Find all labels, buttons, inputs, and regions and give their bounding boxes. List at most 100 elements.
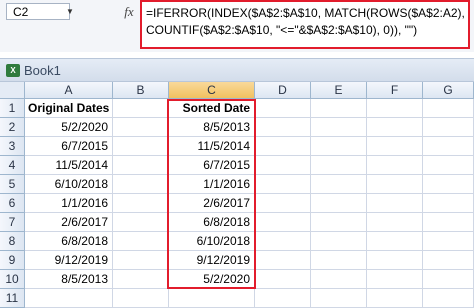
column-header-c[interactable]: C: [169, 82, 255, 99]
cell-a1-header[interactable]: Original Dates: [25, 99, 113, 118]
column-header-a[interactable]: A: [25, 82, 113, 99]
cell-a11[interactable]: [25, 289, 113, 308]
insert-function-icon[interactable]: fx: [119, 3, 139, 20]
row-header-4[interactable]: 4: [0, 156, 25, 175]
cell-e4[interactable]: [311, 156, 367, 175]
cell-d9[interactable]: [255, 251, 311, 270]
cell-g2[interactable]: [423, 118, 474, 137]
cell-b1[interactable]: [113, 99, 169, 118]
cell-b8[interactable]: [113, 232, 169, 251]
cell-f9[interactable]: [367, 251, 423, 270]
cell-b7[interactable]: [113, 213, 169, 232]
cell-d7[interactable]: [255, 213, 311, 232]
chevron-down-icon[interactable]: ▼: [64, 3, 76, 20]
cell-c9[interactable]: 9/12/2019: [169, 251, 255, 270]
cell-c6[interactable]: 2/6/2017: [169, 194, 255, 213]
row-header-1[interactable]: 1: [0, 99, 25, 118]
cell-f1[interactable]: [367, 99, 423, 118]
cell-g5[interactable]: [423, 175, 474, 194]
cell-c8[interactable]: 6/10/2018: [169, 232, 255, 251]
column-header-e[interactable]: E: [311, 82, 367, 99]
cell-a5[interactable]: 6/10/2018: [25, 175, 113, 194]
row-header-8[interactable]: 8: [0, 232, 25, 251]
cell-b10[interactable]: [113, 270, 169, 289]
cell-f7[interactable]: [367, 213, 423, 232]
cell-c10[interactable]: 5/2/2020: [169, 270, 255, 289]
cell-b2[interactable]: [113, 118, 169, 137]
cell-c11[interactable]: [169, 289, 255, 308]
cell-e3[interactable]: [311, 137, 367, 156]
cell-g3[interactable]: [423, 137, 474, 156]
cell-f6[interactable]: [367, 194, 423, 213]
cell-g4[interactable]: [423, 156, 474, 175]
column-header-f[interactable]: F: [367, 82, 423, 99]
cell-g1[interactable]: [423, 99, 474, 118]
cell-e5[interactable]: [311, 175, 367, 194]
cell-b9[interactable]: [113, 251, 169, 270]
cell-f10[interactable]: [367, 270, 423, 289]
row-header-9[interactable]: 9: [0, 251, 25, 270]
row-header-3[interactable]: 3: [0, 137, 25, 156]
row-header-6[interactable]: 6: [0, 194, 25, 213]
cell-d6[interactable]: [255, 194, 311, 213]
cell-c5[interactable]: 1/1/2016: [169, 175, 255, 194]
cell-c1-header[interactable]: Sorted Date: [169, 99, 255, 118]
cell-b4[interactable]: [113, 156, 169, 175]
cell-d2[interactable]: [255, 118, 311, 137]
formula-input[interactable]: =IFERROR(INDEX($A$2:$A$10, MATCH(ROWS($A…: [140, 0, 470, 49]
cell-c4[interactable]: 6/7/2015: [169, 156, 255, 175]
cell-g9[interactable]: [423, 251, 474, 270]
cell-d1[interactable]: [255, 99, 311, 118]
cell-f8[interactable]: [367, 232, 423, 251]
row-header-7[interactable]: 7: [0, 213, 25, 232]
cell-a9[interactable]: 9/12/2019: [25, 251, 113, 270]
row-header-10[interactable]: 10: [0, 270, 25, 289]
cell-f4[interactable]: [367, 156, 423, 175]
cell-e6[interactable]: [311, 194, 367, 213]
cell-e10[interactable]: [311, 270, 367, 289]
cell-a3[interactable]: 6/7/2015: [25, 137, 113, 156]
cell-f3[interactable]: [367, 137, 423, 156]
cell-f5[interactable]: [367, 175, 423, 194]
cell-g6[interactable]: [423, 194, 474, 213]
cell-d3[interactable]: [255, 137, 311, 156]
cell-e7[interactable]: [311, 213, 367, 232]
cell-e8[interactable]: [311, 232, 367, 251]
cell-a2[interactable]: 5/2/2020: [25, 118, 113, 137]
cell-g8[interactable]: [423, 232, 474, 251]
cell-a6[interactable]: 1/1/2016: [25, 194, 113, 213]
cell-g11[interactable]: [423, 289, 474, 308]
cell-f11[interactable]: [367, 289, 423, 308]
cell-a10[interactable]: 8/5/2013: [25, 270, 113, 289]
cell-d11[interactable]: [255, 289, 311, 308]
cell-b11[interactable]: [113, 289, 169, 308]
cell-a7[interactable]: 2/6/2017: [25, 213, 113, 232]
cell-e11[interactable]: [311, 289, 367, 308]
name-box[interactable]: C2: [6, 3, 70, 20]
cell-a4[interactable]: 11/5/2014: [25, 156, 113, 175]
cell-d4[interactable]: [255, 156, 311, 175]
cell-a8[interactable]: 6/8/2018: [25, 232, 113, 251]
cell-f2[interactable]: [367, 118, 423, 137]
select-all-corner[interactable]: [0, 82, 25, 99]
cell-b3[interactable]: [113, 137, 169, 156]
row-header-2[interactable]: 2: [0, 118, 25, 137]
cell-d8[interactable]: [255, 232, 311, 251]
cell-g10[interactable]: [423, 270, 474, 289]
cell-c7[interactable]: 6/8/2018: [169, 213, 255, 232]
cell-d5[interactable]: [255, 175, 311, 194]
cell-b5[interactable]: [113, 175, 169, 194]
cell-g7[interactable]: [423, 213, 474, 232]
column-header-g[interactable]: G: [423, 82, 474, 99]
row-header-11[interactable]: 11: [0, 289, 25, 308]
cell-d10[interactable]: [255, 270, 311, 289]
cell-e2[interactable]: [311, 118, 367, 137]
column-header-b[interactable]: B: [113, 82, 169, 99]
cell-e9[interactable]: [311, 251, 367, 270]
cell-e1[interactable]: [311, 99, 367, 118]
cell-c3[interactable]: 11/5/2014: [169, 137, 255, 156]
row-header-5[interactable]: 5: [0, 175, 25, 194]
column-header-d[interactable]: D: [255, 82, 311, 99]
cell-b6[interactable]: [113, 194, 169, 213]
cell-c2[interactable]: 8/5/2013: [169, 118, 255, 137]
